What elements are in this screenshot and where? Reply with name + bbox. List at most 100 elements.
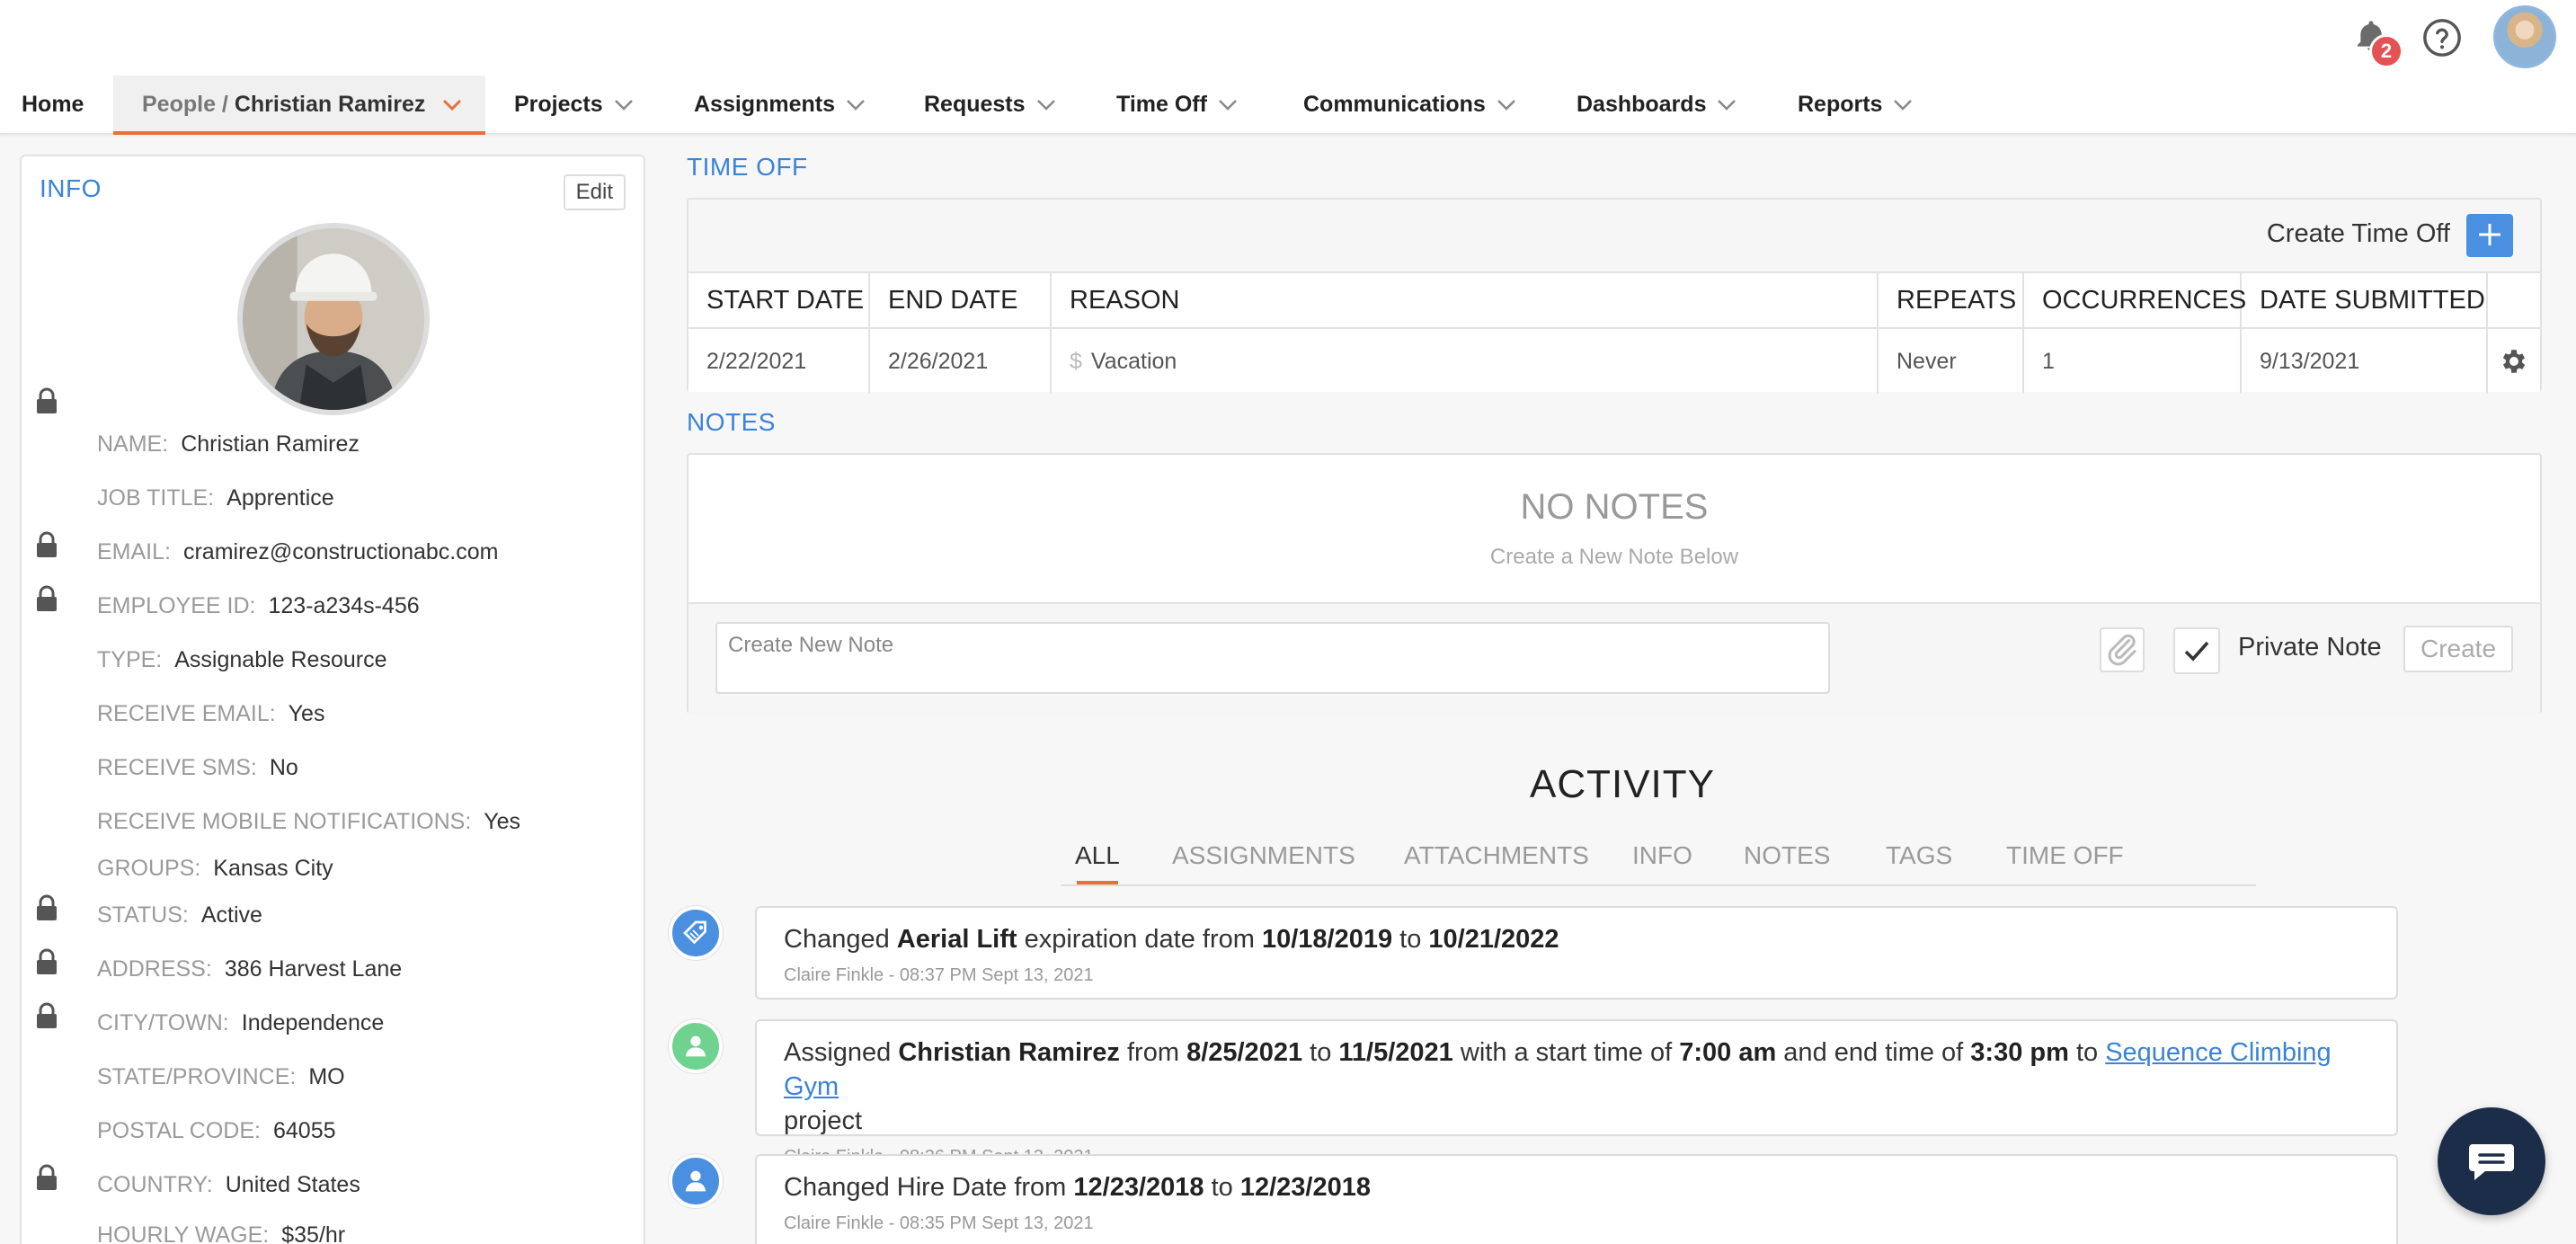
- text-part: with a start time of: [1452, 1038, 1680, 1067]
- tab-assignments[interactable]: ASSIGNMENTS: [1172, 841, 1355, 870]
- field-receive-mobile: RECEIVE MOBILE NOTIFICATIONS: Yes: [97, 809, 520, 835]
- text-bold: 10/21/2022: [1428, 925, 1559, 954]
- nav-communications-label: Communications: [1303, 92, 1486, 117]
- edit-button[interactable]: Edit: [563, 174, 626, 210]
- field-city: CITY/TOWN: Independence: [97, 1010, 384, 1036]
- nav-reports-label: Reports: [1798, 92, 1883, 117]
- create-time-off-label: Create Time Off: [2266, 219, 2450, 248]
- field-label: HOURLY WAGE:: [97, 1222, 270, 1244]
- field-receive-email: RECEIVE EMAIL: Yes: [97, 701, 324, 727]
- reason-cell: $ Vacation: [1052, 329, 1879, 394]
- field-postal: POSTAL CODE: 64055: [97, 1118, 336, 1144]
- nav-people[interactable]: People / Christian Ramirez: [113, 76, 485, 135]
- table-row[interactable]: 2/22/2021 2/26/2021 $ Vacation Never 1 9…: [688, 329, 2540, 394]
- person-icon: [669, 1019, 723, 1073]
- time-off-card: Create Time Off START DATE END DATE REAS…: [687, 198, 2542, 394]
- field-value: 64055: [272, 1118, 336, 1143]
- field-type: TYPE: Assignable Resource: [97, 647, 387, 673]
- column-header[interactable]: REPEATS: [1879, 273, 2024, 327]
- column-header[interactable]: REASON: [1052, 273, 1879, 327]
- field-label: RECEIVE MOBILE NOTIFICATIONS:: [97, 809, 472, 834]
- tab-notes[interactable]: NOTES: [1744, 841, 1830, 870]
- field-value: Kansas City: [213, 856, 333, 881]
- nav-requests-label: Requests: [924, 92, 1026, 117]
- activity-meta: Claire Finkle - 08:37 PM Sept 13, 2021: [784, 965, 1094, 985]
- nav-people-name: Christian Ramirez: [234, 92, 426, 117]
- tab-attachments[interactable]: ATTACHMENTS: [1404, 841, 1589, 870]
- field-label: ADDRESS:: [97, 956, 212, 982]
- text-bold: 10/18/2019: [1261, 925, 1393, 954]
- create-time-off-button[interactable]: [2466, 214, 2513, 257]
- tag-icon: [669, 906, 723, 960]
- user-avatar[interactable]: [2493, 5, 2556, 68]
- text-bold: 3:30 pm: [1970, 1038, 2069, 1067]
- field-country: COUNTRY: United States: [97, 1172, 360, 1198]
- field-state: STATE/PROVINCE: MO: [97, 1064, 345, 1090]
- tab-all[interactable]: ALL: [1075, 841, 1120, 870]
- field-employee-id: EMPLOYEE ID: 123-a234s-456: [97, 593, 420, 619]
- field-job-title: JOB TITLE: Apprentice: [97, 485, 334, 511]
- activity-item: Assigned Christian Ramirez from 8/25/202…: [755, 1019, 2398, 1167]
- nav-home[interactable]: Home: [22, 76, 84, 135]
- column-header[interactable]: START DATE: [688, 273, 870, 327]
- text-part: to: [2068, 1038, 2106, 1067]
- start-date-cell: 2/22/2021: [688, 329, 870, 394]
- tab-info[interactable]: INFO: [1632, 841, 1692, 870]
- new-note-input[interactable]: Create New Note: [715, 622, 1830, 694]
- tab-tags[interactable]: TAGS: [1886, 841, 1952, 870]
- field-label: JOB TITLE:: [97, 485, 215, 511]
- nav-dashboards[interactable]: Dashboards: [1577, 76, 1737, 135]
- activity-title: ACTIVITY: [1529, 762, 1716, 806]
- nav-projects[interactable]: Projects: [514, 76, 634, 135]
- field-value: $35/hr: [281, 1222, 346, 1244]
- chevron-down-icon: [1894, 100, 1913, 111]
- field-address: ADDRESS: 386 Harvest Lane: [97, 956, 402, 982]
- text-part: and end time of: [1776, 1038, 1971, 1067]
- field-label: COUNTRY:: [97, 1172, 213, 1197]
- field-label: POSTAL CODE:: [97, 1118, 261, 1143]
- nav-requests[interactable]: Requests: [924, 76, 1056, 135]
- field-value: No: [269, 755, 298, 780]
- field-value: Active: [200, 902, 262, 928]
- nav-time-off[interactable]: Time Off: [1116, 76, 1238, 135]
- active-tab-indicator: [1077, 881, 1118, 884]
- chevron-down-icon: [847, 100, 865, 111]
- activity-meta: Claire Finkle - 08:35 PM Sept 13, 2021: [784, 1213, 1094, 1233]
- nav-home-label: Home: [22, 92, 84, 117]
- text-part: to: [1302, 1038, 1339, 1067]
- field-label: CITY/TOWN:: [97, 1010, 229, 1035]
- column-header[interactable]: OCCURRENCES: [2024, 273, 2246, 327]
- dollar-icon: $: [1070, 348, 1082, 374]
- nav-reports[interactable]: Reports: [1798, 76, 1913, 135]
- paperclip-icon[interactable]: [2100, 627, 2145, 672]
- help-icon[interactable]: [2421, 17, 2463, 58]
- lock-icon: [37, 585, 57, 611]
- lock-icon: [37, 531, 57, 557]
- activity-text: Assigned Christian Ramirez from 8/25/202…: [784, 1035, 2369, 1138]
- nav-assignments[interactable]: Assignments: [694, 76, 866, 135]
- nav-communications[interactable]: Communications: [1303, 76, 1516, 135]
- create-note-button[interactable]: Create: [2403, 626, 2513, 672]
- no-notes-title: NO NOTES: [1520, 487, 1709, 527]
- text-part: from: [1119, 1038, 1187, 1067]
- field-receive-sms: RECEIVE SMS: No: [97, 755, 298, 781]
- column-header[interactable]: END DATE: [870, 273, 1052, 327]
- field-value: MO: [308, 1064, 345, 1089]
- private-note-checkbox[interactable]: [2173, 627, 2220, 674]
- activity-text: Changed Hire Date from 12/23/2018 to 12/…: [784, 1170, 2369, 1204]
- text-bold: 12/23/2018: [1073, 1173, 1204, 1202]
- activity-tabs: ALL ASSIGNMENTS ATTACHMENTS INFO NOTES T…: [1061, 841, 2256, 886]
- text-part: Assigned: [784, 1038, 899, 1067]
- text-part: to: [1392, 925, 1429, 954]
- text-part: project: [784, 1106, 863, 1135]
- chat-icon[interactable]: [2438, 1107, 2545, 1215]
- lock-icon: [37, 387, 57, 413]
- column-header[interactable]: DATE SUBMITTED: [2242, 273, 2488, 327]
- field-value: United States: [225, 1172, 360, 1197]
- time-off-table: START DATE END DATE REASON REPEATS OCCUR…: [688, 271, 2540, 394]
- lock-icon: [37, 1002, 57, 1028]
- tab-time-off[interactable]: TIME OFF: [2006, 841, 2124, 870]
- notes-card: NO NOTES Create a New Note Below Create …: [687, 453, 2542, 714]
- plus-icon: [2479, 223, 2500, 245]
- gear-icon[interactable]: [2488, 329, 2540, 394]
